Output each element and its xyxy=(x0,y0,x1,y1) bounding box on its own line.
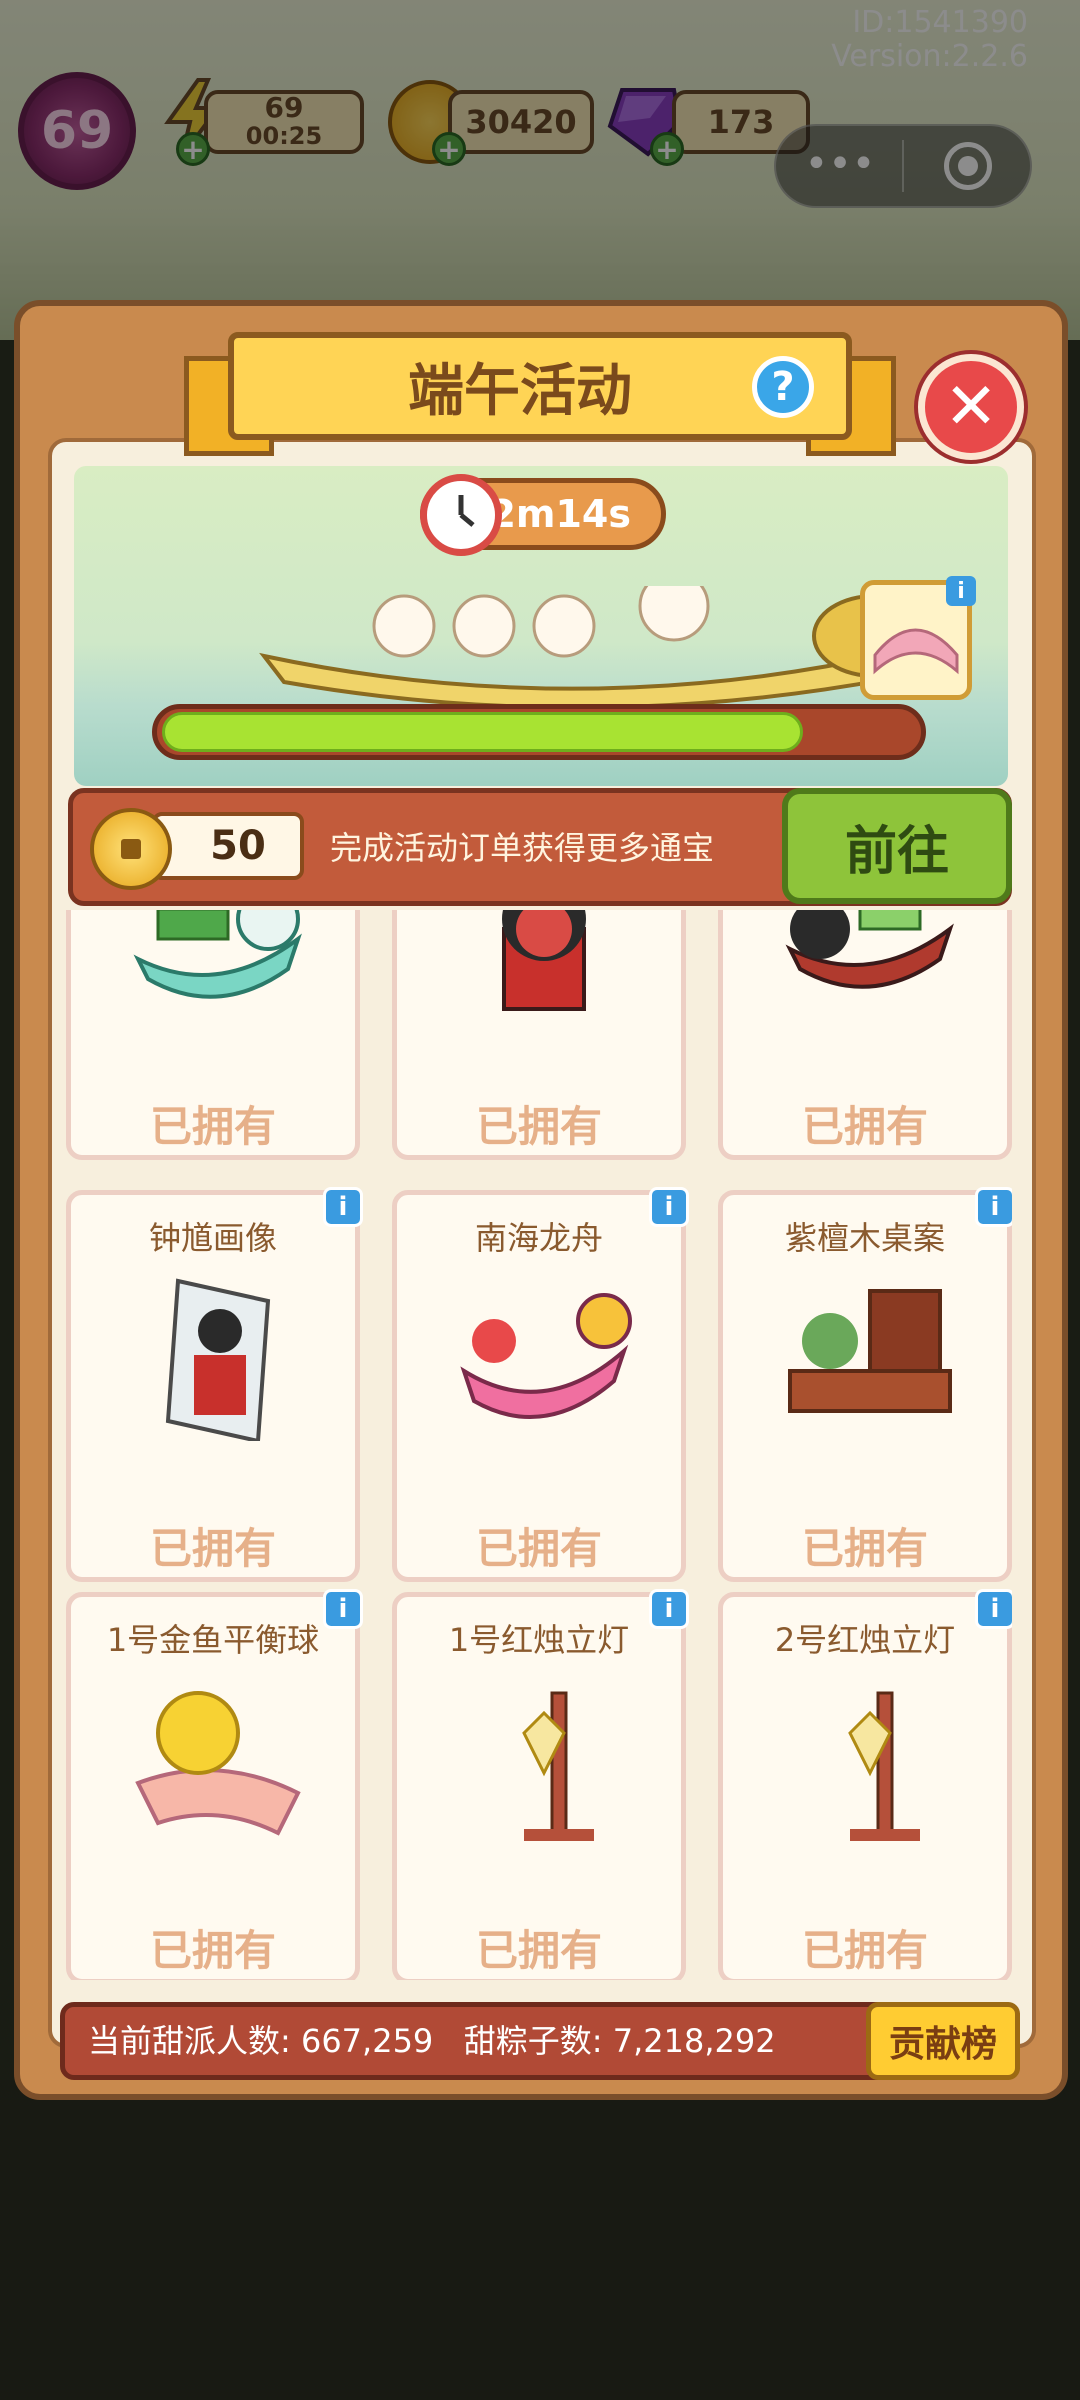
item-name: 紫檀木桌案 xyxy=(784,1219,945,1257)
event-progress-fill xyxy=(162,712,803,752)
owned-status: 已拥有 xyxy=(801,1926,928,1975)
item-card[interactable]: 紫檀木桌案 i 已拥有 xyxy=(718,1187,1012,1582)
item-info-icon[interactable]: i xyxy=(649,1187,689,1227)
item-card[interactable]: 1号金鱼平衡球 i 已拥有 xyxy=(66,1589,363,1980)
owned-status: 已拥有 xyxy=(475,1524,602,1573)
event-title: 端午活动 xyxy=(408,358,632,424)
item-card[interactable]: 南海龙舟 i 已拥有 xyxy=(392,1187,689,1582)
help-button[interactable]: ? xyxy=(752,356,814,418)
reward-info-icon[interactable]: i xyxy=(946,576,976,606)
desk-icon xyxy=(788,1289,952,1413)
owned-status: 已拥有 xyxy=(801,1102,928,1151)
dragon-boat-teal-icon xyxy=(133,910,302,999)
timer-value: 2m14s xyxy=(489,492,631,536)
item-info-icon[interactable]: i xyxy=(649,1589,689,1629)
item-name: 1号红烛立灯 xyxy=(448,1621,630,1659)
coin-hole xyxy=(121,839,141,859)
dragon-boat-pink-icon xyxy=(460,1293,632,1419)
owned-status: 已拥有 xyxy=(801,1524,928,1573)
owned-status: 已拥有 xyxy=(149,1524,276,1573)
item-name: 2号红烛立灯 xyxy=(774,1621,956,1659)
goldfish-ball-icon xyxy=(135,1691,301,1836)
dragon-boat-black-icon xyxy=(785,910,954,989)
red-candle-lamp-icon xyxy=(848,1691,920,1841)
item-card[interactable]: 2号红烛立灯 i 已拥有 xyxy=(718,1589,1012,1980)
owned-status: 已拥有 xyxy=(475,1102,602,1151)
order-hint-text: 完成活动订单获得更多通宝 xyxy=(330,829,715,867)
item-card[interactable]: 已拥有 xyxy=(718,910,1012,1160)
zhong-kui-figure-icon xyxy=(502,910,586,1011)
close-button[interactable]: ✕ xyxy=(918,354,1024,460)
red-candle-lamp-icon xyxy=(522,1691,594,1841)
owned-status: 已拥有 xyxy=(149,1102,276,1151)
item-card[interactable]: 已拥有 xyxy=(392,910,686,1160)
item-info-icon[interactable]: i xyxy=(975,1589,1012,1629)
item-name: 1号金鱼平衡球 xyxy=(106,1621,320,1659)
item-name: 南海龙舟 xyxy=(474,1219,603,1257)
item-info-icon[interactable]: i xyxy=(975,1187,1012,1227)
contribution-leaderboard-button[interactable]: 贡献榜 xyxy=(866,2002,1020,2080)
go-button[interactable]: 前往 xyxy=(782,788,1012,904)
portrait-icon xyxy=(165,1278,271,1441)
stats-text: 当前甜派人数: 667,259 甜粽子数: 7,218,292 xyxy=(88,2022,776,2060)
item-info-icon[interactable]: i xyxy=(323,1187,363,1227)
item-info-icon[interactable]: i xyxy=(323,1589,363,1629)
item-card[interactable]: 钟馗画像 i 已拥有 xyxy=(66,1187,363,1582)
owned-status: 已拥有 xyxy=(149,1926,276,1975)
item-card[interactable]: 1号红烛立灯 i 已拥有 xyxy=(392,1589,689,1980)
token-count-value: 50 xyxy=(210,823,266,869)
token-count: 50 xyxy=(152,812,304,880)
owned-status: 已拥有 xyxy=(475,1926,602,1975)
dragon-boat-illustration xyxy=(259,586,936,706)
item-card[interactable]: 已拥有 xyxy=(66,910,360,1160)
item-grid: 已拥有 已拥有 已拥有 钟馗画像 i 已拥有 南海龙舟 i 已拥有 紫檀木桌案 … xyxy=(66,910,1012,1980)
item-name: 钟馗画像 xyxy=(148,1219,277,1257)
clock-icon xyxy=(420,474,502,556)
